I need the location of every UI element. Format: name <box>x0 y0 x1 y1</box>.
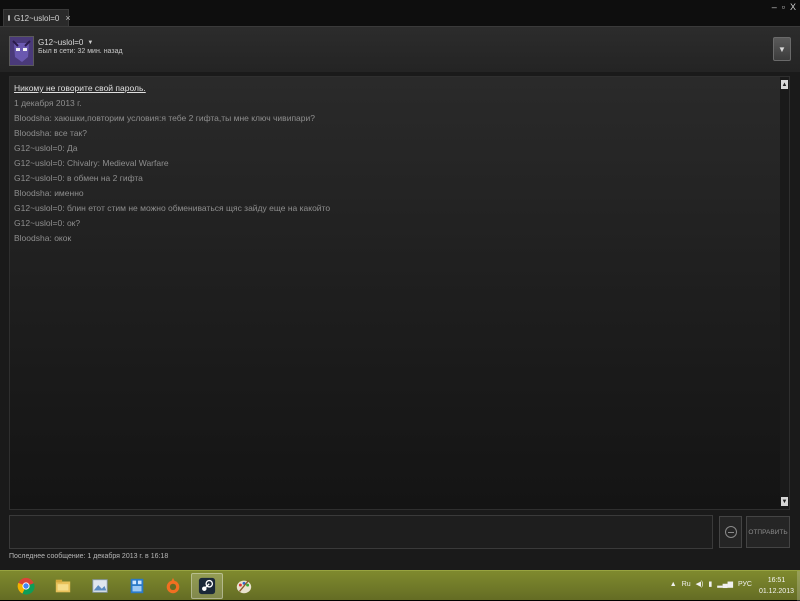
taskbar-paint[interactable] <box>228 573 260 599</box>
message-author: G12~uslol=0 <box>14 158 63 168</box>
message-text: все так? <box>54 128 87 138</box>
steam-chat-window: G12~uslol=0 × – ▫ X G12~uslol=0 ▼ Был в … <box>0 0 800 570</box>
window-controls: – ▫ X <box>772 2 796 12</box>
message-author: Bloodsha <box>14 128 50 138</box>
dropdown-caret-icon: ▼ <box>87 39 94 46</box>
taskbar-steam[interactable] <box>191 573 223 599</box>
chat-message: Bloodsha: именно <box>14 188 84 198</box>
close-tab-icon[interactable]: × <box>65 13 70 23</box>
taskbar-explorer[interactable] <box>47 573 79 599</box>
chat-scrollbar[interactable]: ▲ ▼ <box>780 77 789 509</box>
system-tray: ▲ Ru ◀) ▮ ▂▄▆ РУС <box>670 580 752 589</box>
friend-status: Был в сети: 32 мин. назад <box>38 48 123 55</box>
language-indicator[interactable]: РУС <box>738 581 752 588</box>
friend-name-row[interactable]: G12~uslol=0 ▼ <box>38 38 93 47</box>
message-author: G12~uslol=0 <box>14 203 63 213</box>
message-author: Bloodsha <box>14 113 50 123</box>
tray-clock[interactable]: 16:51 01.12.2013 <box>759 575 794 597</box>
tab-title: G12~uslol=0 <box>14 13 60 23</box>
chat-message: G12~uslol=0: Да <box>14 143 78 153</box>
clock-time: 16:51 <box>767 577 786 584</box>
taskbar-chrome[interactable] <box>10 573 42 599</box>
scroll-down-arrow-icon[interactable]: ▼ <box>781 497 788 506</box>
message-text: Chivalry: Medieval Warfare <box>66 158 169 168</box>
chat-message: G12~uslol=0: блин етот стим не можно обм… <box>14 203 331 213</box>
close-button[interactable]: X <box>790 2 796 12</box>
password-warning: Никому не говорите свой пароль. <box>14 83 146 93</box>
paint-icon <box>236 580 252 594</box>
last-message-info: Последнее сообщение: 1 декабря 2013 г. в… <box>9 553 169 560</box>
chat-lines: Никому не говорите свой пароль. 1 декабр… <box>14 81 775 246</box>
tray-expand-icon[interactable]: ▲ <box>670 581 677 588</box>
chat-message: G12~uslol=0: Chivalry: Medieval Warfare <box>14 158 169 168</box>
chat-bubble-icon <box>8 15 10 21</box>
message-author: Bloodsha <box>14 188 50 198</box>
taskbar-network-monitor[interactable] <box>121 573 153 599</box>
message-text: блин етот стим не можно обмениваться щяс… <box>66 203 331 213</box>
maximize-button[interactable]: ▫ <box>782 2 785 12</box>
minimize-button[interactable]: – <box>772 2 777 12</box>
windows-taskbar: ▲ Ru ◀) ▮ ▂▄▆ РУС 16:51 01.12.2013 <box>0 570 800 601</box>
chat-menu-button[interactable]: ▼ <box>773 37 791 61</box>
message-text: хаюшки,повторим условия:я тебе 2 гифта,т… <box>54 113 315 123</box>
message-author: G12~uslol=0 <box>14 173 63 183</box>
scroll-up-arrow-icon[interactable]: ▲ <box>781 80 788 89</box>
image-viewer-icon <box>92 579 108 593</box>
message-text: ок? <box>66 218 81 228</box>
message-text: именно <box>54 188 84 198</box>
explorer-icon <box>55 579 71 593</box>
send-button[interactable]: ОТПРАВИТЬ <box>746 516 790 548</box>
friend-header: G12~uslol=0 ▼ Был в сети: 32 мин. назад … <box>0 26 800 72</box>
message-input[interactable] <box>9 515 713 549</box>
message-author: Bloodsha <box>14 233 50 243</box>
volume-icon[interactable]: ◀) <box>696 580 704 588</box>
clock-date: 01.12.2013 <box>758 588 794 595</box>
chrome-icon <box>17 577 35 595</box>
steam-icon <box>198 577 216 595</box>
message-text: Да <box>66 143 78 153</box>
chevron-down-icon: ▼ <box>778 44 786 54</box>
chat-log: Никому не говорите свой пароль. 1 декабр… <box>9 76 790 510</box>
taskbar-origin[interactable] <box>157 573 189 599</box>
network-icon[interactable]: ▮ <box>708 580 712 588</box>
message-text: окок <box>54 233 72 243</box>
composer: ОТПРАВИТЬ <box>9 515 790 549</box>
friend-name: G12~uslol=0 <box>38 38 84 47</box>
network-monitor-icon <box>130 578 144 594</box>
origin-icon <box>166 577 180 594</box>
message-author: G12~uslol=0 <box>14 143 63 153</box>
taskbar-image-viewer[interactable] <box>84 573 116 599</box>
chat-date: 1 декабря 2013 г. <box>14 98 82 108</box>
chat-tab[interactable]: G12~uslol=0 × <box>3 9 71 26</box>
emoticon-button[interactable] <box>719 516 742 548</box>
chat-message: G12~uslol=0: в обмен на 2 гифта <box>14 173 143 183</box>
signal-icon[interactable]: ▂▄▆ <box>717 580 733 588</box>
chat-message: Bloodsha: окок <box>14 233 72 243</box>
avatar[interactable] <box>9 36 34 66</box>
message-text: в обмен на 2 гифта <box>66 173 143 183</box>
smiley-icon <box>724 526 737 538</box>
keyboard-layout-indicator[interactable]: Ru <box>682 581 691 588</box>
chat-message: Bloodsha: все так? <box>14 128 87 138</box>
message-author: G12~uslol=0 <box>14 218 63 228</box>
title-bar: G12~uslol=0 × – ▫ X <box>0 0 800 26</box>
chat-message: G12~uslol=0: ок? <box>14 218 81 228</box>
chat-message: Bloodsha: хаюшки,повторим условия:я тебе… <box>14 113 315 123</box>
